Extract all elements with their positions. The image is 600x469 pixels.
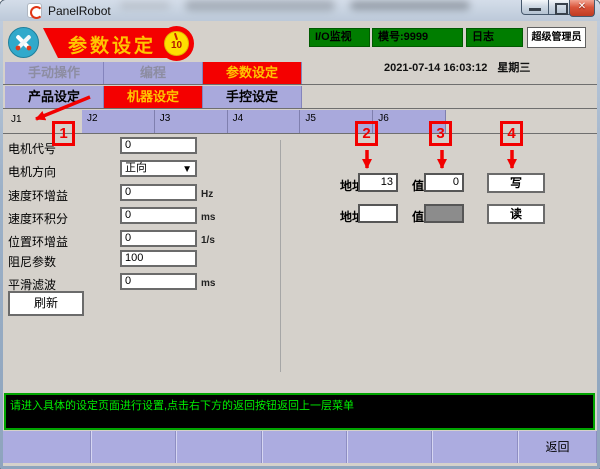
function-button-4[interactable] bbox=[262, 431, 347, 463]
tab-product-setting[interactable]: 产品设定 bbox=[5, 86, 104, 108]
annotation-step-1: 1 bbox=[52, 121, 75, 146]
read-value-display bbox=[424, 204, 464, 223]
function-button-5[interactable] bbox=[347, 431, 432, 463]
tab-manual-control-setting[interactable]: 手控设定 bbox=[203, 86, 302, 108]
minimize-button[interactable] bbox=[521, 0, 549, 15]
speed-loop-gain-label: 速度环增益 bbox=[8, 187, 68, 204]
damping-param-input[interactable]: 100 bbox=[120, 250, 197, 267]
divider bbox=[3, 108, 597, 109]
speed-loop-integral-label: 速度环积分 bbox=[8, 210, 68, 227]
main-tabstrip: 手动操作 编程 参数设定 bbox=[5, 62, 302, 84]
blurred-background bbox=[350, 1, 470, 10]
motor-direction-value: 正向 bbox=[125, 162, 147, 174]
read-addr-input[interactable] bbox=[358, 204, 398, 223]
motor-direction-select[interactable]: 正向 bbox=[120, 160, 197, 177]
position-loop-gain-input[interactable]: 0 bbox=[120, 230, 197, 247]
banner-slant bbox=[43, 28, 58, 58]
blurred-background bbox=[185, 0, 335, 11]
annotation-step-2: 2 bbox=[355, 121, 378, 146]
app-window: PanelRobot 参数设定 10 I/O监视 模号:9999 日志 超级管理… bbox=[0, 0, 600, 469]
app-icon[interactable] bbox=[27, 3, 42, 18]
write-addr-input[interactable]: 13 bbox=[358, 173, 398, 192]
tools-icon bbox=[8, 27, 39, 58]
position-loop-gain-label: 位置环增益 bbox=[8, 233, 68, 250]
smoothing-filter-input[interactable]: 0 bbox=[120, 273, 197, 290]
tab-manual-operation[interactable]: 手动操作 bbox=[5, 62, 104, 84]
return-button[interactable]: 返回 bbox=[518, 431, 597, 463]
read-value-label: 值 bbox=[412, 208, 424, 225]
tab-machine-setting[interactable]: 机器设定 bbox=[104, 86, 203, 108]
speed-loop-gain-input[interactable]: 0 bbox=[120, 184, 197, 201]
tab-axis-j2[interactable]: J2 bbox=[82, 110, 155, 133]
refresh-button[interactable]: 刷新 bbox=[8, 291, 84, 316]
io-monitor-button[interactable]: I/O监视 bbox=[309, 28, 370, 47]
window-title: PanelRobot bbox=[48, 4, 111, 18]
sub-tabstrip: 产品设定 机器设定 手控设定 bbox=[5, 86, 302, 108]
page-title: 参数设定 bbox=[58, 31, 166, 58]
write-value-input[interactable]: 0 bbox=[424, 173, 464, 192]
tab-parameter-setting[interactable]: 参数设定 bbox=[203, 62, 302, 84]
write-value-label: 值 bbox=[412, 177, 424, 194]
speed-loop-integral-input[interactable]: 0 bbox=[120, 207, 197, 224]
status-message: 请进入具体的设定页面进行设置,点击右下方的返回按钮返回上一层菜单 bbox=[10, 400, 354, 412]
titlebar: PanelRobot bbox=[0, 0, 600, 21]
write-button[interactable]: 写 bbox=[487, 173, 545, 193]
divider bbox=[3, 84, 597, 85]
function-button-2[interactable] bbox=[91, 431, 176, 463]
mold-number-button[interactable]: 模号:9999 bbox=[372, 28, 463, 47]
speed-loop-integral-unit: ms bbox=[201, 212, 215, 223]
panel-divider bbox=[280, 140, 281, 372]
tab-axis-j3[interactable]: J3 bbox=[155, 110, 228, 133]
blurred-background bbox=[120, 2, 170, 9]
status-bar: 请进入具体的设定页面进行设置,点击右下方的返回按钮返回上一层菜单 bbox=[4, 393, 595, 430]
motor-code-input[interactable]: 0 bbox=[120, 137, 197, 154]
function-button-3[interactable] bbox=[176, 431, 262, 463]
function-button-6[interactable] bbox=[432, 431, 518, 463]
position-loop-gain-unit: 1/s bbox=[201, 235, 215, 246]
tab-programming[interactable]: 编程 bbox=[104, 62, 203, 84]
annotation-step-4: 4 bbox=[500, 121, 523, 146]
date-time-text: 2021-07-14 16:03:12 bbox=[384, 62, 487, 74]
user-level-button[interactable]: 超级管理员 bbox=[527, 27, 586, 48]
smoothing-filter-unit: ms bbox=[201, 278, 215, 289]
motor-direction-label: 电机方向 bbox=[8, 163, 56, 180]
function-button-1[interactable] bbox=[3, 431, 91, 463]
bottom-button-bar: 返回 bbox=[3, 431, 597, 463]
gauge-value: 10 bbox=[164, 40, 189, 51]
annotation-step-3: 3 bbox=[429, 121, 452, 146]
axis-tabstrip: J2 J3 J4 J5 J6 bbox=[82, 110, 446, 133]
datetime: 2021-07-14 16:03:12 星期三 bbox=[384, 59, 589, 75]
speed-loop-gain-unit: Hz bbox=[201, 189, 213, 200]
tab-axis-j4[interactable]: J4 bbox=[228, 110, 301, 133]
weekday-text: 星期三 bbox=[497, 62, 530, 74]
damping-param-label: 阻尼参数 bbox=[8, 253, 56, 270]
log-button[interactable]: 日志 bbox=[466, 28, 523, 47]
motor-code-label: 电机代号 bbox=[8, 140, 56, 157]
chevron-down-icon[interactable] bbox=[182, 163, 192, 176]
read-button[interactable]: 读 bbox=[487, 204, 545, 224]
close-button[interactable] bbox=[569, 0, 595, 17]
maximize-button[interactable] bbox=[548, 0, 570, 15]
